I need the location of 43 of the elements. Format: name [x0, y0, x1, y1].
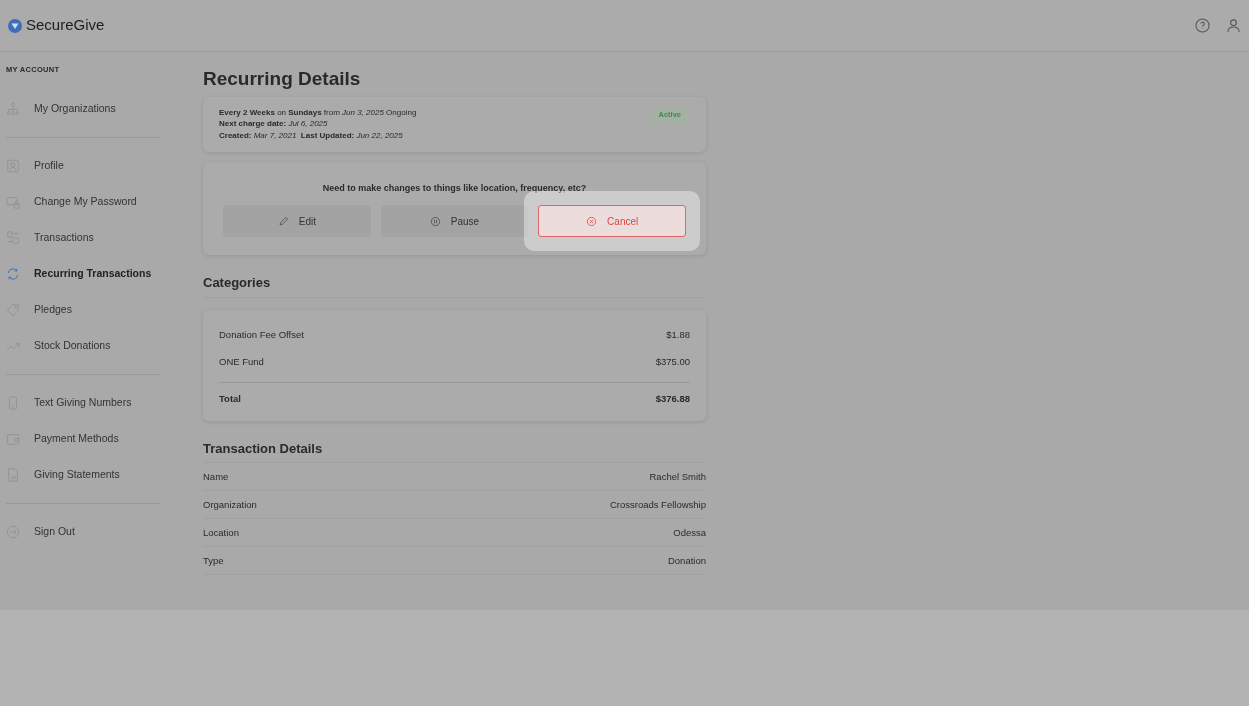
brand-name: SecureGive	[26, 15, 105, 36]
sidebar-item[interactable]: Pledges	[6, 292, 72, 329]
detail-label: Name	[203, 469, 229, 484]
sidebar-item[interactable]: Text Giving Numbers	[6, 385, 132, 422]
detail-value: Rachel Smith	[649, 469, 706, 484]
sidebar-item[interactable]: Change My Password	[6, 184, 137, 221]
account-icon	[1226, 18, 1241, 33]
logo-icon	[8, 18, 22, 33]
sidebar-item[interactable]: Payment Methods	[6, 421, 119, 458]
cancel-button[interactable]: Cancel	[538, 205, 686, 238]
detail-label: Type	[203, 553, 224, 568]
detail-value: Odessa	[673, 525, 706, 540]
detail-label: Location	[203, 525, 239, 540]
detail-label: Organization	[203, 497, 257, 512]
category-name: Donation Fee Offset	[219, 328, 304, 343]
detail-value: Donation	[667, 553, 706, 568]
sidebar-item[interactable]: Stock Donations	[6, 328, 111, 365]
pause-circle-icon	[429, 215, 441, 227]
sidebar-item[interactable]: Profile	[6, 148, 64, 185]
changes-prompt: Need to make changes to things like location, frequency, etc?	[321, 181, 588, 195]
category-name: ONE Fund	[219, 355, 264, 370]
pause-button[interactable]: Pause	[380, 205, 529, 238]
sidebar-item[interactable]: Sign Out	[6, 514, 75, 551]
close-circle-icon	[586, 215, 598, 227]
summary-line: Every 2 Weeks on Sundays from Jun 3, 2025 Ongoing	[219, 106, 417, 119]
sidebar-item[interactable]: Recurring Transactions	[6, 256, 152, 293]
summary-line: Created: Mar 7, 2021 Last Updated: Jun 22, 2025	[219, 130, 404, 142]
pencil-icon	[277, 215, 289, 227]
category-amount: $375.00	[655, 355, 690, 370]
category-amount: $1.88	[666, 328, 690, 343]
section-title: Transaction Details	[203, 420, 706, 464]
detail-value: Crossroads Fellowship	[609, 497, 706, 512]
sidebar-item[interactable]: My Organizations	[6, 91, 116, 128]
sidebar-item[interactable]: Transactions	[6, 220, 94, 257]
section-title: Categories	[203, 255, 706, 298]
page-title: Recurring Details	[203, 68, 362, 91]
total-label: Total	[219, 391, 241, 406]
total-amount: $376.88	[655, 391, 690, 406]
edit-button[interactable]: Edit	[223, 205, 371, 238]
help-icon	[1195, 18, 1210, 33]
summary-line: Next charge date: Jul 6, 2025	[219, 118, 329, 130]
sidebar-item[interactable]: Giving Statements	[6, 457, 120, 494]
refresh-icon	[6, 267, 20, 282]
